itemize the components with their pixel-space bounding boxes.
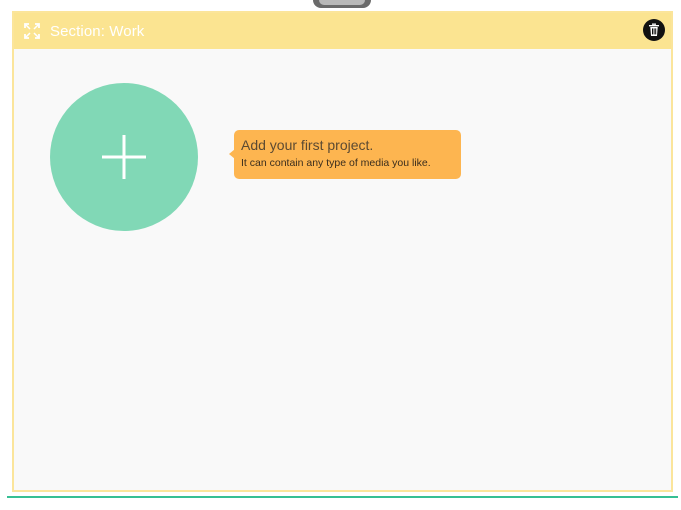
tooltip-subtitle: It can contain any type of media you lik…: [241, 157, 431, 169]
trash-icon: [649, 23, 659, 36]
first-project-tooltip: Add your first project. It can contain a…: [229, 130, 461, 179]
tooltip-title: Add your first project.: [241, 137, 374, 153]
editor-canvas: Section: Work Add your first project. It…: [0, 0, 681, 510]
delete-section-button[interactable]: [643, 19, 665, 41]
expand-icon[interactable]: [24, 23, 40, 39]
top-drag-handle[interactable]: [313, 0, 371, 8]
section-title: Section: Work: [50, 23, 145, 40]
tooltip-arrow: [229, 149, 235, 159]
bottom-accent-line: [7, 496, 678, 498]
add-project-button[interactable]: [50, 83, 198, 231]
plus-icon: [102, 135, 146, 179]
work-section: Section: Work Add your first project. It…: [12, 11, 673, 492]
section-header: Section: Work: [14, 13, 671, 49]
